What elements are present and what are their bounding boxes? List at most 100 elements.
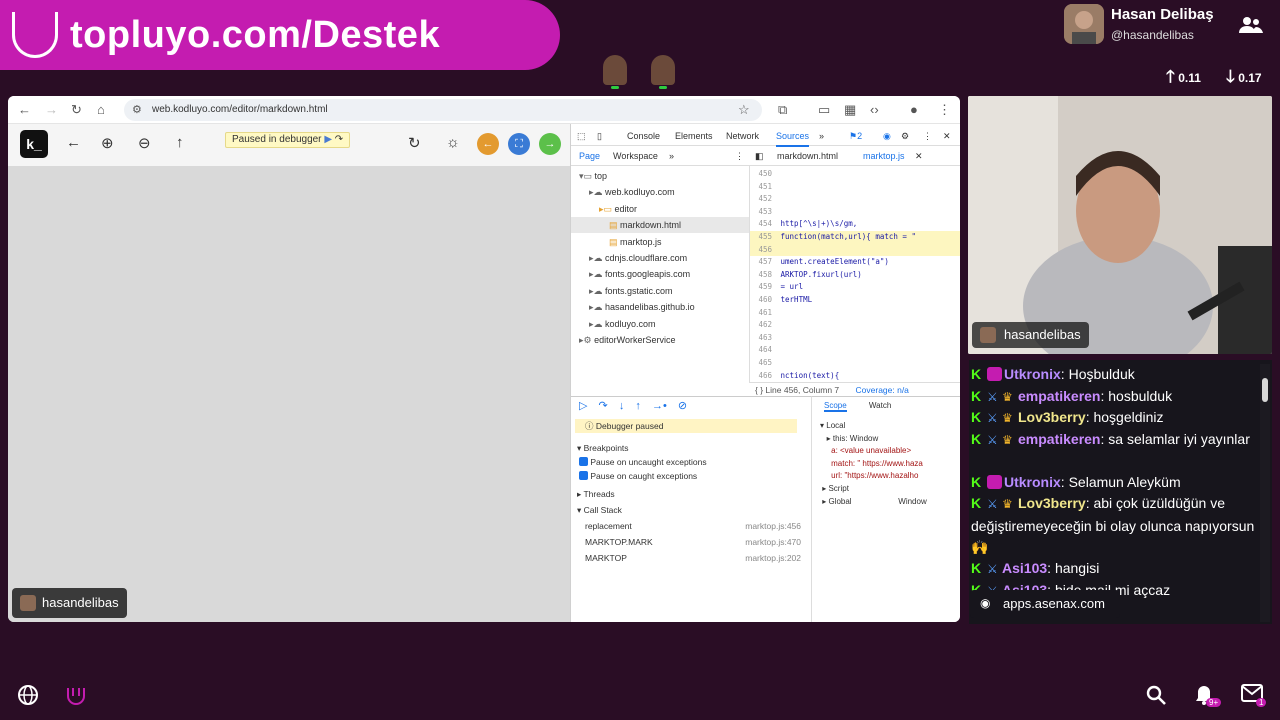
tree-item[interactable]: ▸⚙ editorWorkerService [571,332,749,348]
frame-location[interactable]: marktop.js:470 [745,535,801,549]
code-line[interactable]: 466 nction(text){ [750,370,960,382]
line-number[interactable]: 456 [750,244,776,257]
chat-username[interactable]: Utkronix [1004,366,1061,382]
open-file-markdown[interactable]: markdown.html [777,151,838,161]
code-line[interactable]: 462 [750,319,960,332]
deactivate-breakpoints-icon[interactable]: ⊘ [678,400,687,412]
tree-item[interactable]: ▸☁ web.kodluyo.com [571,184,749,200]
tab-console[interactable]: Console [627,131,660,141]
inspect-icon[interactable]: ⬚ [577,131,586,142]
sync-icon[interactable]: ◉ [883,131,891,142]
forward-icon[interactable]: → [45,102,58,117]
bp-caught-row[interactable]: Pause on caught exceptions [571,469,811,483]
close-file-icon[interactable]: ✕ [915,151,923,162]
code-line[interactable]: 463 [750,332,960,345]
line-number[interactable]: 451 [750,181,776,194]
chat-username[interactable]: Lov3berry [1018,409,1086,425]
line-number[interactable]: 459 [750,281,776,294]
resume-icon[interactable]: ▷ [579,400,587,412]
globe-icon[interactable] [17,684,39,712]
avatar[interactable] [651,55,675,89]
more-tabs-icon[interactable]: » [819,131,824,141]
settings-gear-icon[interactable]: ⚙ [901,131,909,142]
vote-up[interactable]: 🡑 0.11 [1166,64,1201,93]
scope-entry[interactable]: ▸ Script [812,482,960,495]
profile-icon[interactable]: ● [910,102,918,117]
line-number[interactable]: 461 [750,307,776,320]
scope-entry[interactable]: ▸ Global Window [812,495,960,508]
tree-item[interactable]: ▸☁ fonts.googleapis.com [571,266,749,282]
chat-username[interactable]: empatikeren [1018,431,1100,447]
code-line[interactable]: 458 ARKTOP.fixurl(url) [750,269,960,282]
line-number[interactable]: 460 [750,294,776,307]
reload-icon[interactable]: ↻ [71,102,82,118]
green-action-button[interactable]: → [539,133,561,155]
vote-down[interactable]: 🡓 0.17 [1226,64,1262,93]
apps-icon[interactable]: ▦ [844,102,856,118]
extensions-icon[interactable]: ⧉ [778,102,787,118]
back-icon[interactable]: ← [18,102,31,117]
scope-entry[interactable]: ▾ Local [812,419,960,432]
step-into-icon[interactable]: ↓ [619,400,625,412]
menu-dots-icon[interactable]: ⋮ [923,131,932,142]
kodluyo-logo[interactable]: k_ [20,130,48,158]
code-line[interactable]: 452 [750,193,960,206]
subtab-page[interactable]: Page [579,151,600,161]
zoom-in-icon[interactable]: ⊕ [101,134,114,152]
step-icon[interactable]: →• [652,400,667,412]
tree-item[interactable]: ▾▭ top [571,168,749,184]
tab-elements[interactable]: Elements [675,131,713,141]
step-out-icon[interactable]: ↑ [635,400,641,412]
line-number[interactable]: 464 [750,344,776,357]
line-number[interactable]: 458 [750,269,776,282]
bookmark-star-icon[interactable]: ☆ [738,102,750,118]
tab-scope[interactable]: Scope [824,401,847,412]
code-line[interactable]: 459 = url [750,281,960,294]
code-line[interactable]: 457 ument.createElement("a") [750,256,960,269]
scope-entry[interactable]: url: "https://www.hazalho [812,469,960,482]
tab-sources[interactable]: Sources [776,131,810,147]
chat-username[interactable]: Asi103 [1002,560,1047,576]
line-number[interactable]: 455 [750,231,776,244]
zoom-out-icon[interactable]: ⊖ [138,134,151,152]
tree-item[interactable]: ▸☁ hasandelibas.github.io [571,299,749,315]
line-number[interactable]: 457 [750,256,776,269]
scope-entry[interactable]: match: " https://www.haza [812,457,960,470]
tree-item[interactable]: ▸☁ kodluyo.com [571,316,749,332]
line-number[interactable]: 463 [750,332,776,345]
step-over-icon[interactable]: ↷ [599,400,608,412]
code-line[interactable]: 454 http[^\s|+)\s/gm, [750,218,960,231]
tree-item[interactable]: ▸☁ fonts.gstatic.com [571,283,749,299]
code-line[interactable]: 461 [750,307,960,320]
refresh-icon[interactable]: ↻ [408,134,421,152]
tree-item[interactable]: ▸☁ cdnjs.cloudflare.com [571,250,749,266]
callstack-frame[interactable]: MARKTOP.MARK marktop.js:470 [571,535,811,549]
frame-location[interactable]: marktop.js:456 [745,519,801,533]
home-icon[interactable]: ⌂ [97,102,105,117]
code-line[interactable]: 451 [750,181,960,194]
callstack-frame[interactable]: replacement marktop.js:456 [571,519,811,533]
issues-badge[interactable]: ⚑2 [849,131,862,142]
blue-action-button[interactable]: ⛶ [508,133,530,155]
arrow-left-icon[interactable]: ← [66,134,81,151]
checkbox-checked[interactable] [579,457,588,466]
chat-username[interactable]: empatikeren [1018,388,1100,404]
line-number[interactable]: 454 [750,218,776,231]
line-number[interactable]: 453 [750,206,776,219]
step-over-icon[interactable]: ↷ [335,134,343,145]
chat-scrollbar[interactable] [1260,364,1270,622]
code-line[interactable]: 455 function(match,url){ match = " [750,231,960,244]
search-icon[interactable] [1145,684,1167,712]
callstack-frame[interactable]: MARKTOP marktop.js:202 [571,551,811,565]
avatar[interactable] [603,55,627,89]
breakpoints-header[interactable]: ▾ Breakpoints [571,441,811,455]
open-file-marktop[interactable]: marktop.js [863,151,905,161]
tree-item[interactable]: ▤ marktop.js [571,234,749,250]
chat-username[interactable]: Lov3berry [1018,495,1086,511]
topluyo-logo-icon[interactable] [64,684,88,714]
threads-header[interactable]: ▸ Threads [571,487,811,501]
url-text[interactable]: web.kodluyo.com/editor/markdown.html [152,104,328,115]
code-line[interactable]: 465 [750,357,960,370]
subtab-workspace[interactable]: Workspace [613,151,658,161]
tab-network[interactable]: Network [726,131,759,141]
